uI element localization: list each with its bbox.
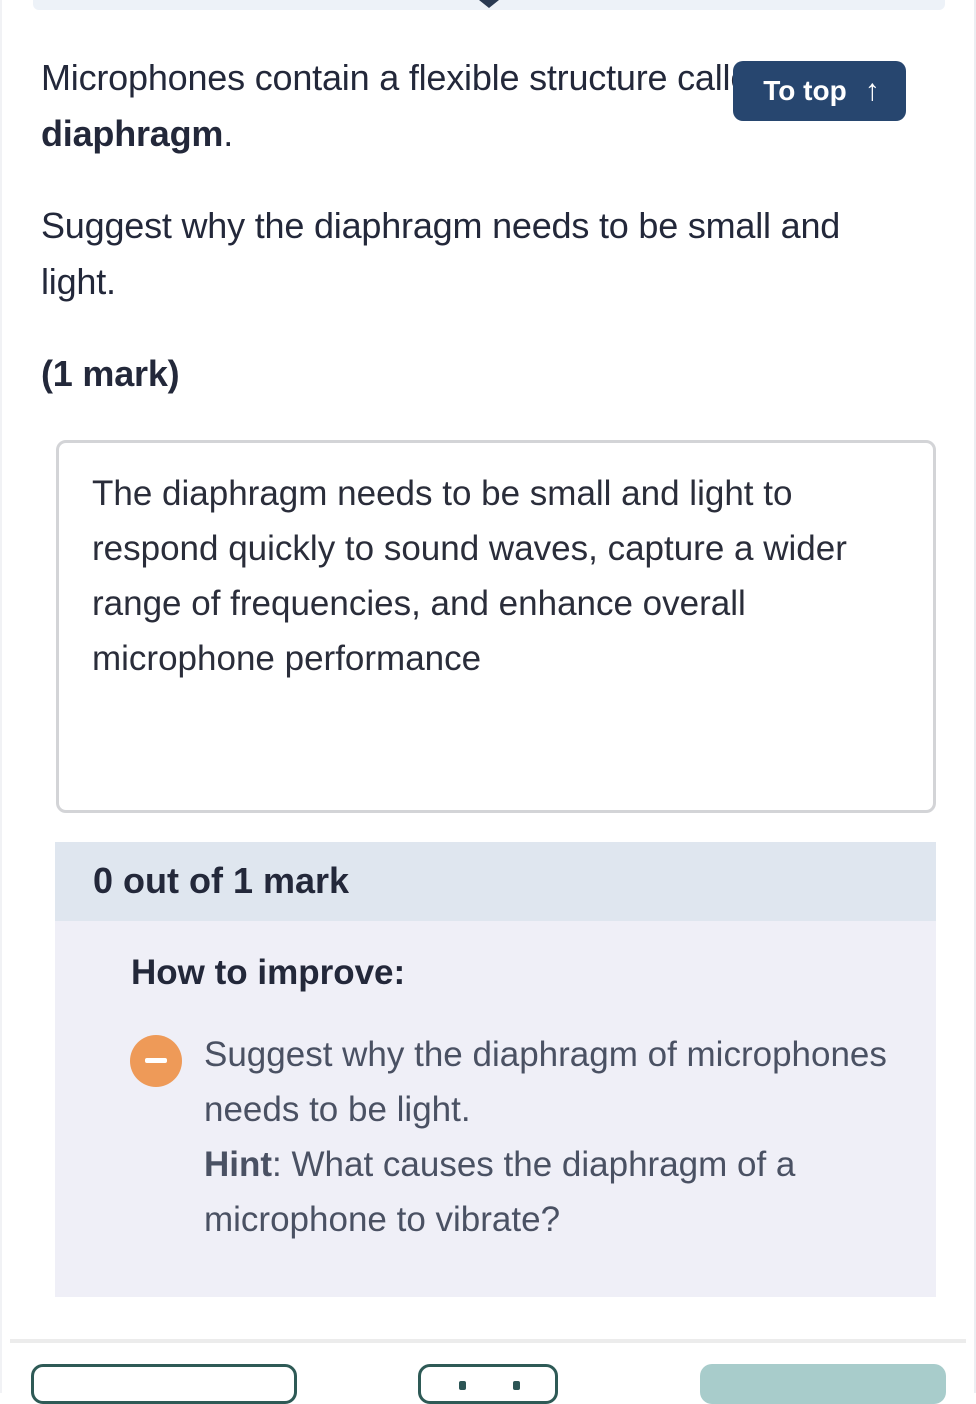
feedback-panel: How to improve: Suggest why the diaphrag… <box>55 921 936 1297</box>
footer-button-middle[interactable] <box>418 1364 558 1404</box>
to-top-label: To top <box>763 75 847 106</box>
footer-button-right-disabled[interactable] <box>700 1364 946 1404</box>
score-text: 0 out of 1 mark <box>93 860 350 901</box>
question-marks: (1 mark) <box>41 353 180 394</box>
minus-circle-icon <box>130 1035 182 1087</box>
score-banner: 0 out of 1 mark <box>55 842 936 921</box>
hint-text: : What causes the diaphragm of a microph… <box>204 1145 796 1239</box>
hint-label: Hint <box>204 1145 273 1184</box>
question-intro-text: Microphones contain a flexible structure… <box>41 57 800 98</box>
footer-button-left[interactable] <box>31 1364 297 1404</box>
arrow-up-icon: ↑ <box>864 74 880 107</box>
feedback-text: Suggest why the diaphragm of microphones… <box>204 1027 904 1247</box>
answer-textarea[interactable]: The diaphragm needs to be small and ligh… <box>56 440 936 813</box>
dot-icon <box>513 1381 520 1390</box>
feedback-title: How to improve: <box>131 953 406 992</box>
dot-icon <box>459 1381 466 1390</box>
answer-text: The diaphragm needs to be small and ligh… <box>92 474 847 678</box>
question-intro-end: . <box>223 113 234 154</box>
question-prompt: Suggest why the diaphragm needs to be sm… <box>41 205 841 302</box>
to-top-button[interactable]: To top ↑ <box>733 61 906 121</box>
question-key-term: diaphragm <box>41 113 224 154</box>
caret-down-icon <box>479 0 499 8</box>
page-left-edge <box>0 0 2 1393</box>
footer-divider <box>10 1339 966 1343</box>
feedback-suggestion: Suggest why the diaphragm of microphones… <box>204 1035 887 1129</box>
